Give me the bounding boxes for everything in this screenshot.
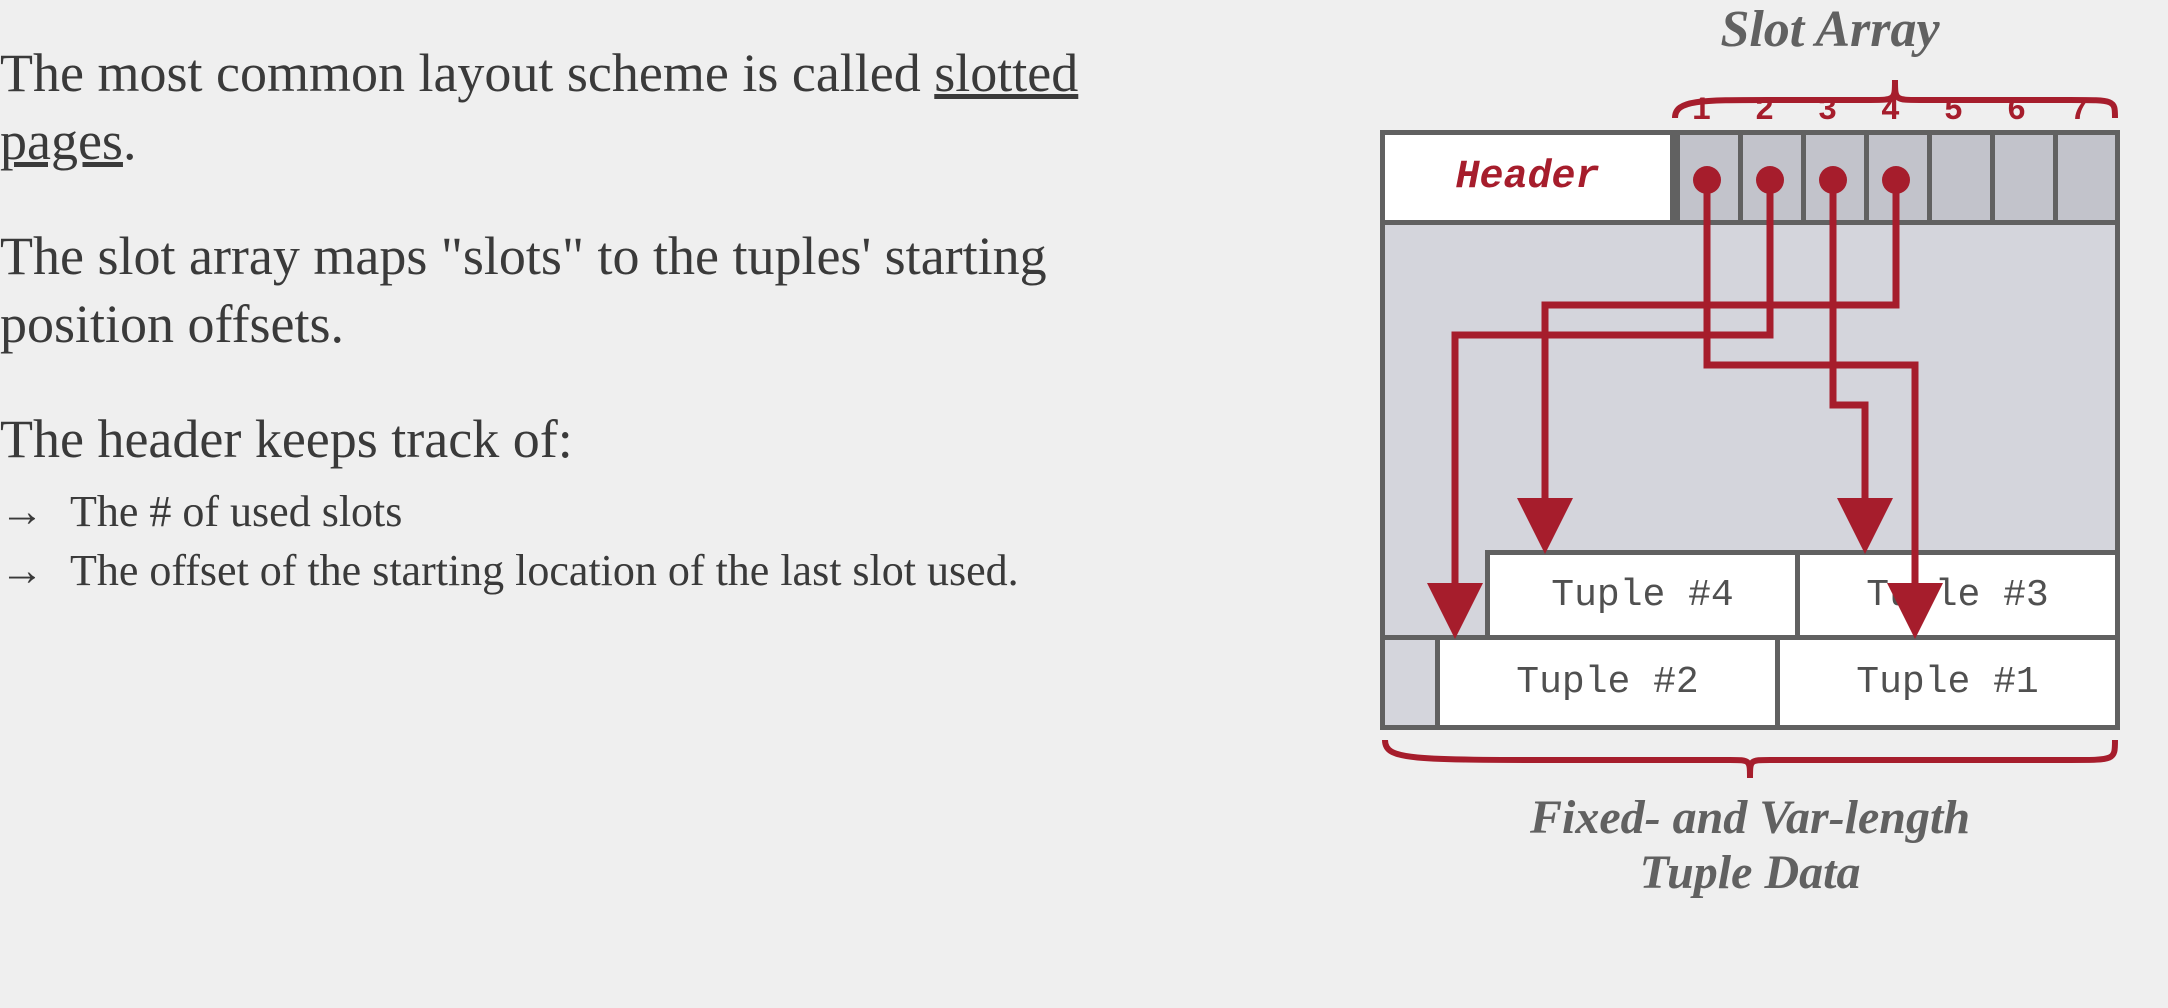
slot-dot-3 xyxy=(1819,166,1847,194)
slotted-page-diagram: Slot Array 1 2 3 4 5 6 7 Header Tuple #4… xyxy=(1370,0,2130,980)
tuple-data-title: Fixed- and Var-length Tuple Data xyxy=(1370,790,2130,900)
slot-number-2: 2 xyxy=(1733,92,1796,129)
slot-number-6: 6 xyxy=(1985,92,2048,129)
bullet-list: → The # of used slots → The offset of th… xyxy=(0,482,1200,601)
slot-dot-1 xyxy=(1693,166,1721,194)
slot-cell-6 xyxy=(1990,135,2053,225)
bottom-title-line2: Tuple Data xyxy=(1640,846,1861,899)
p1-part-c: . xyxy=(123,111,137,171)
slot-cell-5 xyxy=(1927,135,1990,225)
header-box: Header xyxy=(1385,135,1675,225)
page-box: Header Tuple #4 Tuple #3 Tuple #2 Tuple … xyxy=(1380,130,2120,730)
slot-dot-2 xyxy=(1756,166,1784,194)
text-column: The most common layout scheme is called … xyxy=(0,40,1200,600)
bullet-1-text: The # of used slots xyxy=(70,482,1200,541)
tuple-2-box: Tuple #2 xyxy=(1435,635,1780,725)
arrow-right-icon: → xyxy=(0,482,70,541)
arrow-right-icon: → xyxy=(0,541,70,600)
tuple-1-box: Tuple #1 xyxy=(1775,635,2115,725)
slot-number-4: 4 xyxy=(1859,92,1922,129)
bullet-row-2: → The offset of the starting location of… xyxy=(0,541,1200,600)
slot-cell-7 xyxy=(2053,135,2115,225)
tuple-4-box: Tuple #4 xyxy=(1485,550,1800,640)
paragraph-1: The most common layout scheme is called … xyxy=(0,40,1200,175)
slot-array-title: Slot Array xyxy=(1370,0,2130,59)
slot-number-5: 5 xyxy=(1922,92,1985,129)
slot-number-3: 3 xyxy=(1796,92,1859,129)
slot-dot-4 xyxy=(1882,166,1910,194)
bullet-2-text: The offset of the starting location of t… xyxy=(70,541,1200,600)
tuple-row-gap xyxy=(1385,635,1440,725)
p1-part-a: The most common layout scheme is called xyxy=(0,43,934,103)
tuple-3-box: Tuple #3 xyxy=(1795,550,2115,640)
bullet-row-1: → The # of used slots xyxy=(0,482,1200,541)
paragraph-2: The slot array maps "slots" to the tuple… xyxy=(0,223,1200,358)
bottom-title-line1: Fixed- and Var-length xyxy=(1530,791,1970,844)
slot-number-7: 7 xyxy=(2048,92,2111,129)
paragraph-3: The header keeps track of: xyxy=(0,406,1200,474)
slot-number-1: 1 xyxy=(1670,92,1733,129)
